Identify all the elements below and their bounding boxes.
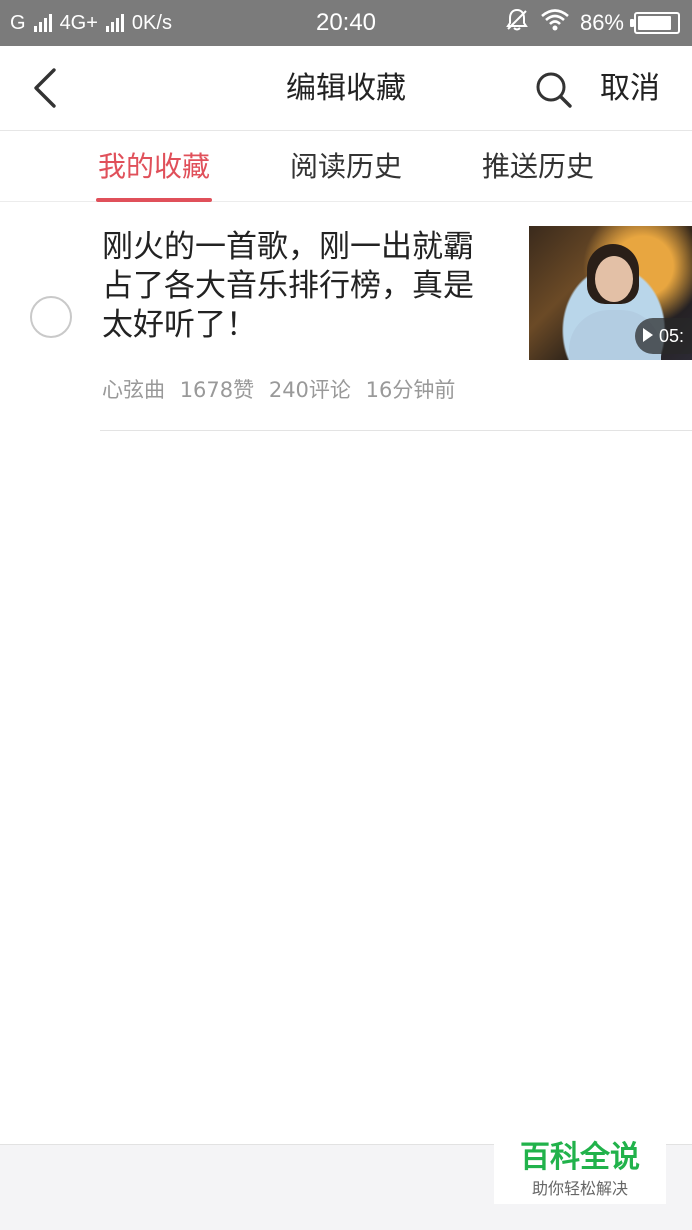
status-bar: G 4G+ 0K/s 20:40 86%: [0, 0, 692, 46]
item-time: 16分钟前: [365, 378, 456, 402]
tab-my-favorites[interactable]: 我的收藏: [96, 131, 212, 202]
list-item[interactable]: 刚火的一首歌，刚一出就霸占了各大音乐排行榜，真是太好听了！ 心弦曲 1678赞 …: [0, 202, 692, 431]
watermark-sub: 助你轻松解决: [531, 1179, 628, 1198]
watermark-brand: 百科全说: [520, 1140, 640, 1175]
video-duration-badge: 05:: [635, 318, 692, 354]
nav-header: 编辑收藏 取消: [0, 46, 692, 131]
video-thumbnail[interactable]: 05:: [529, 226, 692, 360]
status-right: 86%: [494, 0, 680, 46]
battery-icon: [630, 12, 680, 34]
tab-push-history[interactable]: 推送历史: [480, 131, 596, 202]
watermark-logo: 百科全说 助你轻松解决: [494, 1136, 666, 1204]
thumbnail-figure-face: [595, 256, 633, 302]
mute-alarm-icon: [504, 7, 530, 39]
wifi-icon: [540, 8, 570, 38]
page-title: 编辑收藏: [286, 71, 406, 106]
item-divider: [100, 430, 692, 431]
item-title[interactable]: 刚火的一首歌，刚一出就霸占了各大音乐排行榜，真是太好听了！: [102, 228, 502, 345]
search-icon[interactable]: [532, 68, 576, 112]
item-meta: 心弦曲 1678赞 240评论 16分钟前: [102, 374, 463, 404]
tab-reading-history[interactable]: 阅读历史: [288, 131, 404, 202]
item-comments: 240评论: [268, 378, 351, 402]
select-radio[interactable]: [30, 296, 72, 338]
video-duration: 05:: [659, 326, 685, 346]
cancel-button[interactable]: 取消: [600, 46, 660, 131]
play-icon: [643, 328, 653, 343]
tab-bar: 我的收藏 阅读历史 推送历史: [0, 131, 692, 202]
item-source: 心弦曲: [102, 378, 165, 402]
item-likes: 1678赞: [179, 378, 255, 402]
battery-percent: 86%: [579, 10, 624, 35]
